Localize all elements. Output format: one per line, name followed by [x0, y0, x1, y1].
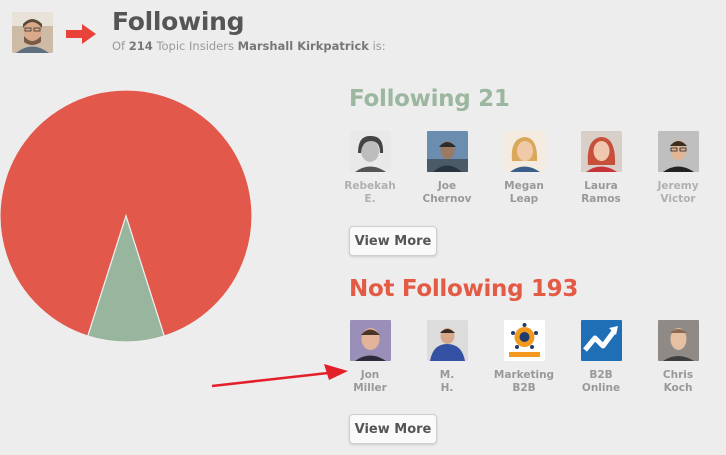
person-name-last[interactable]: E. — [338, 193, 402, 206]
person-name-first[interactable]: Rebekah — [338, 180, 402, 193]
person-name: Marshall Kirkpatrick — [237, 39, 369, 53]
person-name-last[interactable]: Chernov — [415, 193, 479, 206]
list-item[interactable]: Chris Koch — [646, 320, 710, 395]
right-arrow-icon — [66, 24, 96, 44]
avatar[interactable] — [503, 320, 545, 361]
following-heading: Following 21 — [349, 86, 510, 112]
person-name-last[interactable]: Ramos — [569, 193, 633, 206]
person-name-last[interactable]: B2B — [492, 382, 556, 395]
person-name-first[interactable]: Megan — [492, 180, 556, 193]
subtitle-middle: Topic Insiders — [156, 39, 234, 53]
page-title: Following — [112, 7, 245, 36]
avatar[interactable] — [426, 131, 468, 172]
person-name-last[interactable]: Victor — [646, 193, 710, 206]
profile-avatar[interactable] — [12, 12, 53, 53]
person-name-first[interactable]: Chris — [646, 369, 710, 382]
person-name-first[interactable]: Marketing — [492, 369, 556, 382]
subtitle-suffix: is: — [372, 39, 386, 53]
person-name-last[interactable]: Koch — [646, 382, 710, 395]
avatar[interactable] — [657, 320, 699, 361]
not-following-heading: Not Following 193 — [349, 276, 579, 302]
insider-count: 214 — [128, 39, 153, 53]
person-name-first[interactable]: M. — [415, 369, 479, 382]
following-pie-chart — [0, 89, 253, 343]
list-item[interactable]: Joe Chernov — [415, 131, 479, 206]
subtitle-prefix: Of — [112, 39, 126, 53]
list-item[interactable]: Rebekah E. — [338, 131, 402, 206]
view-more-not-following-button[interactable]: View More — [349, 414, 437, 444]
view-more-following-button[interactable]: View More — [349, 226, 437, 256]
avatar[interactable] — [657, 131, 699, 172]
avatar[interactable] — [580, 131, 622, 172]
avatar[interactable] — [580, 320, 622, 361]
list-item[interactable]: Jeremy Victor — [646, 131, 710, 206]
subtitle: Of 214 Topic Insiders Marshall Kirkpatri… — [112, 39, 386, 53]
person-name-last[interactable]: H. — [415, 382, 479, 395]
person-name-last[interactable]: Leap — [492, 193, 556, 206]
person-name-last[interactable]: Online — [569, 382, 633, 395]
avatar[interactable] — [349, 131, 391, 172]
person-name-first[interactable]: B2B — [569, 369, 633, 382]
list-item[interactable]: Megan Leap — [492, 131, 556, 206]
not-following-list: Jon Miller M. H. Marketing B2B B2B Onlin… — [338, 320, 726, 400]
avatar[interactable] — [503, 131, 545, 172]
person-name-first[interactable]: Jeremy — [646, 180, 710, 193]
list-item[interactable]: B2B Online — [569, 320, 633, 395]
following-list: Rebekah E. Joe Chernov Megan Leap Laura … — [338, 131, 726, 211]
list-item[interactable]: M. H. — [415, 320, 479, 395]
avatar[interactable] — [426, 320, 468, 361]
list-item[interactable]: Marketing B2B — [492, 320, 556, 395]
annotation-arrow-icon — [211, 364, 348, 388]
avatar[interactable] — [349, 320, 391, 361]
person-name-first[interactable]: Laura — [569, 180, 633, 193]
list-item[interactable]: Laura Ramos — [569, 131, 633, 206]
person-name-first[interactable]: Joe — [415, 180, 479, 193]
